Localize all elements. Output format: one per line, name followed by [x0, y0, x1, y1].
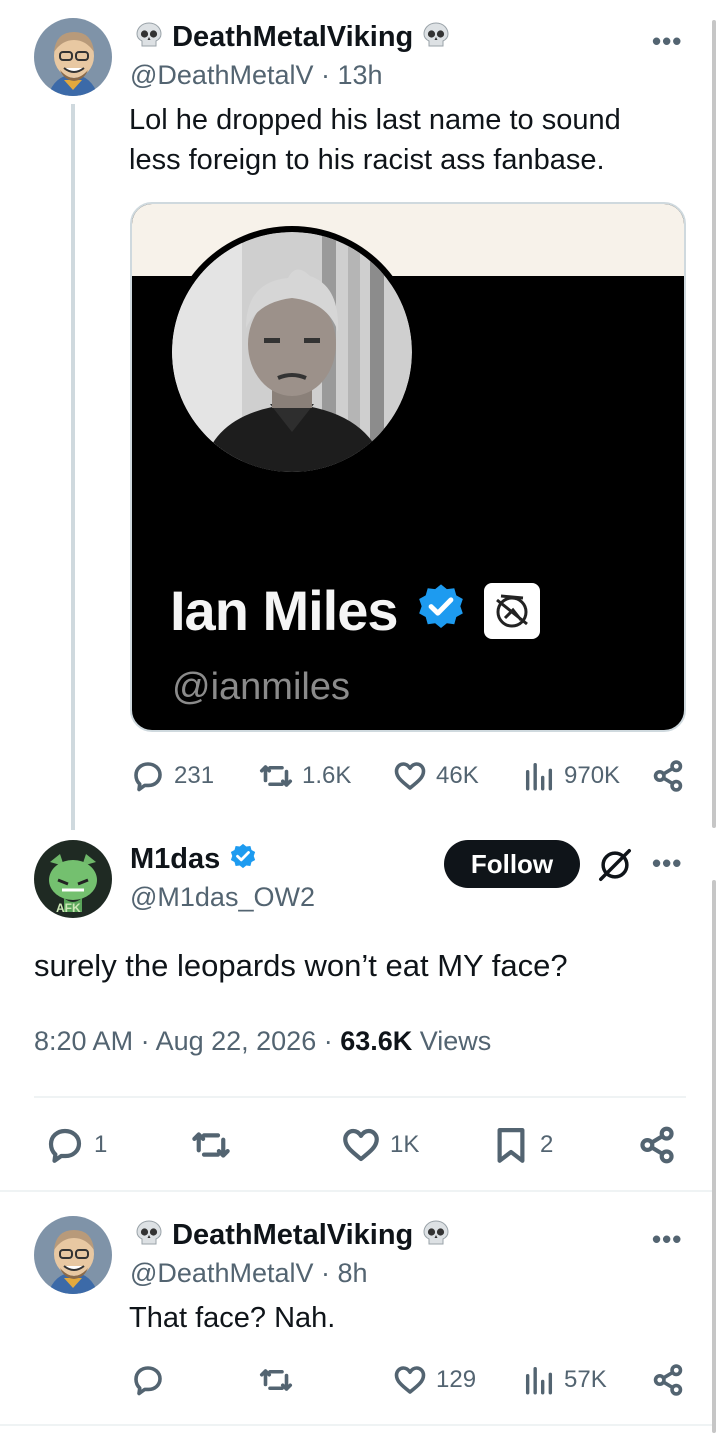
like-count: 1K	[390, 1131, 420, 1158]
like-count: 129	[436, 1366, 477, 1393]
skull-icon	[421, 1218, 451, 1256]
heart-icon	[394, 1366, 426, 1394]
reply-icon	[134, 1366, 162, 1396]
analytics-icon	[525, 762, 553, 791]
repost-button[interactable]	[190, 1124, 232, 1166]
follow-button[interactable]: Follow	[444, 840, 580, 888]
author-handle[interactable]: @M1das_OW2	[130, 882, 315, 913]
author-name[interactable]: DeathMetalViking	[172, 1219, 413, 1251]
more-options-button[interactable]: •••	[652, 26, 682, 57]
repost-button[interactable]: 1.6K	[258, 758, 351, 794]
post-meta: 8:20 AM · Aug 22, 2026 · 63.6K Views	[34, 1026, 491, 1057]
grok-icon[interactable]	[596, 846, 634, 889]
share-button[interactable]	[650, 758, 686, 794]
like-button[interactable]: 129	[392, 1362, 476, 1398]
heart-icon	[394, 762, 426, 790]
share-icon	[653, 760, 683, 792]
svg-text:AFK: AFK	[56, 901, 81, 915]
post-timestamp[interactable]: 8:20 AM · Aug 22, 2026 ·	[34, 1026, 340, 1056]
reply-button[interactable]	[130, 1362, 166, 1398]
post-text: surely the leopards won’t eat MY face?	[34, 948, 568, 983]
like-button[interactable]: 1K	[340, 1124, 419, 1166]
author-name-row[interactable]: M1das	[130, 842, 258, 877]
card-profile-handle: @ianmiles	[172, 666, 350, 708]
share-icon	[640, 1126, 674, 1164]
heart-icon	[343, 1128, 379, 1162]
author-handle[interactable]: @DeathMetalV · 13h	[130, 60, 383, 91]
repost-button[interactable]	[258, 1362, 294, 1398]
more-options-button[interactable]: •••	[652, 1224, 682, 1255]
analytics-icon	[525, 1366, 553, 1395]
thread-line	[71, 104, 75, 830]
views-label: Views	[412, 1026, 492, 1056]
views-count: 970K	[564, 762, 621, 789]
repost-icon	[259, 765, 293, 787]
views-button[interactable]: 970K	[522, 758, 620, 794]
scrollbar[interactable]	[712, 20, 716, 828]
post-text: That face? Nah.	[129, 1302, 336, 1334]
divider	[0, 1190, 712, 1192]
avatar[interactable]	[34, 1216, 112, 1294]
share-icon	[653, 1364, 683, 1396]
affiliate-badge-icon	[483, 582, 540, 639]
author-name[interactable]: DeathMetalViking	[172, 21, 413, 53]
avatar[interactable]: AFK	[34, 840, 112, 918]
bookmark-icon	[497, 1128, 525, 1163]
reply-button[interactable]: 1	[44, 1124, 107, 1166]
bookmark-button[interactable]: 2	[490, 1124, 553, 1166]
like-count: 46K	[436, 762, 479, 789]
repost-icon	[192, 1132, 230, 1158]
like-button[interactable]: 46K	[392, 758, 479, 794]
reply-icon	[134, 762, 162, 792]
verified-badge-icon	[414, 581, 468, 640]
more-options-button[interactable]: •••	[652, 848, 682, 879]
views-button[interactable]: 57K	[522, 1362, 607, 1398]
views-count: 63.6K	[340, 1026, 413, 1056]
reply-button[interactable]: 231	[130, 758, 214, 794]
repost-count: 1.6K	[302, 762, 352, 789]
reply-icon	[48, 1128, 82, 1163]
post-text-line-1: Lol he dropped his last name to sound	[129, 104, 621, 136]
divider	[34, 1096, 686, 1098]
author-name-row[interactable]: DeathMetalViking	[134, 1218, 451, 1256]
reply-count: 1	[94, 1131, 108, 1158]
author-name[interactable]: M1das	[130, 843, 220, 876]
avatar[interactable]	[34, 18, 112, 96]
card-profile-name-row: Ian Miles	[170, 578, 540, 643]
skull-icon	[134, 1218, 164, 1256]
post-text-line-2: less foreign to his racist ass fanbase.	[129, 144, 605, 176]
attached-image-card[interactable]: Ian Miles @ianmiles	[130, 202, 686, 732]
skull-icon	[134, 20, 164, 58]
profile-photo	[166, 226, 418, 478]
skull-icon	[421, 20, 451, 58]
verified-badge-icon	[228, 842, 258, 877]
views-count: 57K	[564, 1366, 607, 1393]
share-button[interactable]	[650, 1362, 686, 1398]
repost-icon	[259, 1369, 293, 1391]
scrollbar[interactable]	[712, 880, 716, 1433]
share-button[interactable]	[636, 1124, 678, 1166]
card-profile-name: Ian Miles	[170, 579, 399, 642]
reply-count: 231	[174, 762, 215, 789]
bookmark-count: 2	[540, 1131, 554, 1158]
divider	[0, 1424, 712, 1426]
author-name-row[interactable]: DeathMetalViking	[134, 20, 451, 58]
author-handle[interactable]: @DeathMetalV · 8h	[130, 1258, 368, 1289]
